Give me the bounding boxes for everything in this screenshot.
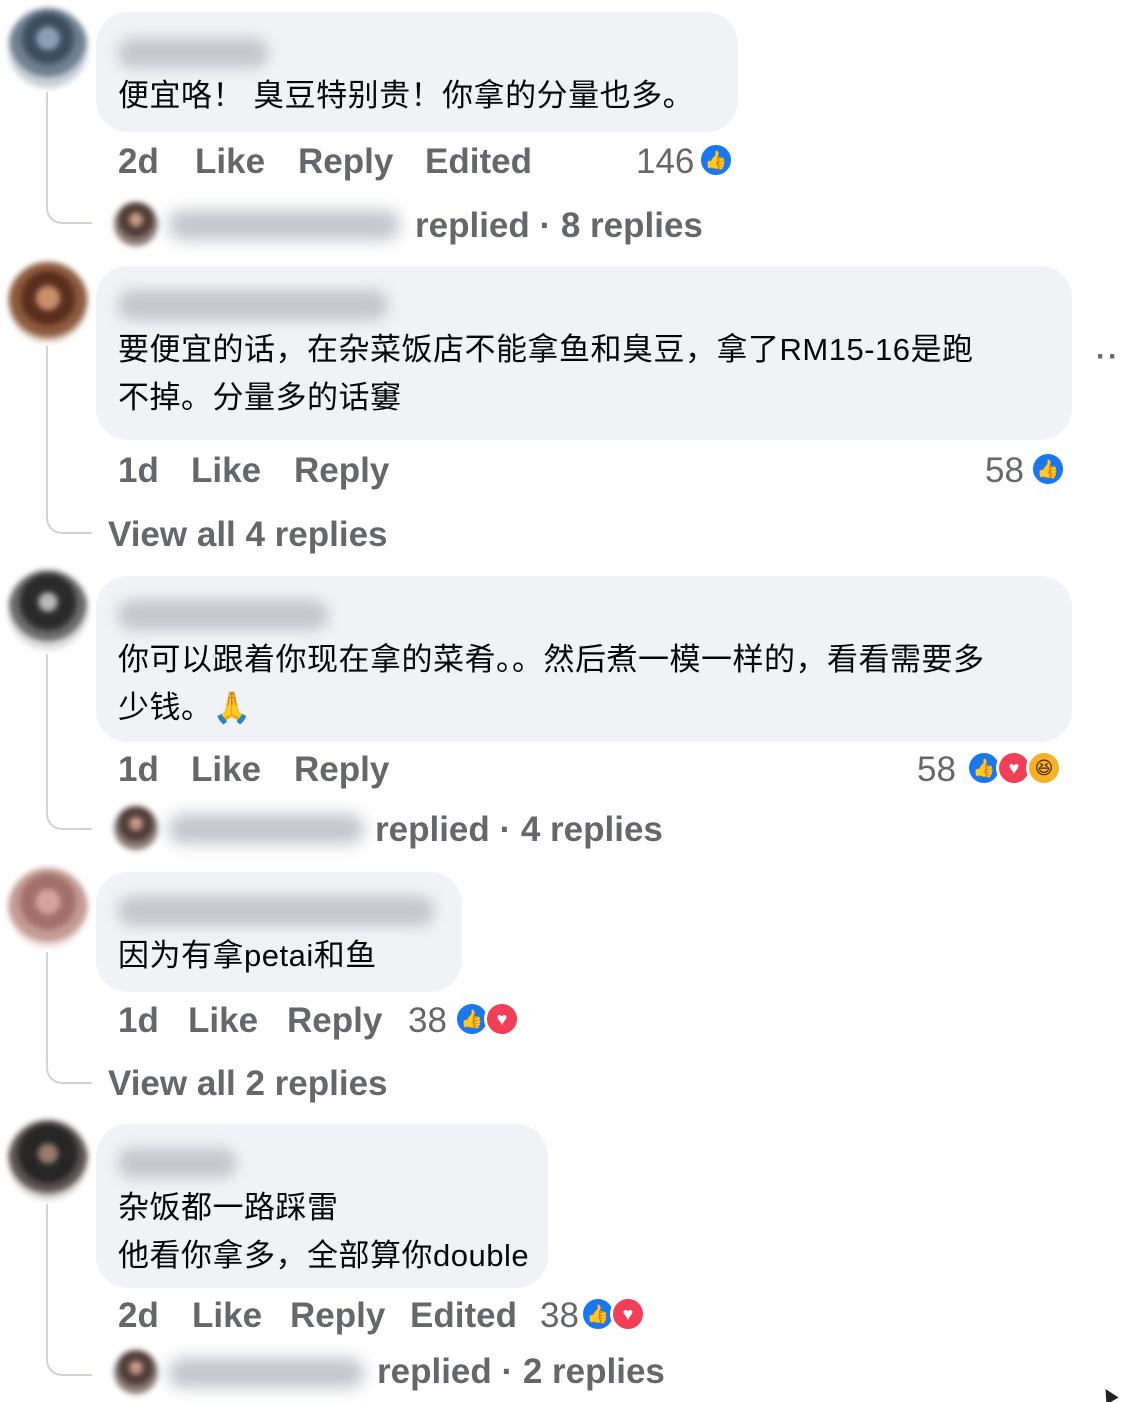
reaction-icons[interactable]: 👍 ♥ 😆 xyxy=(966,750,1062,786)
commenter-avatar[interactable] xyxy=(8,1120,88,1200)
haha-icon: 😆 xyxy=(1026,750,1062,786)
thread-line xyxy=(46,92,48,200)
comment-bubble: 你可以跟着你现在拿的菜肴。。然后煮一模一样的，看看需要多 少钱。🙏 xyxy=(96,576,1072,742)
replies-summary-link[interactable]: replied · 2 replies xyxy=(377,1352,665,1392)
thread-line-curve xyxy=(46,198,92,224)
comment-text: 因为有拿petai和鱼 xyxy=(118,938,377,973)
replier-name[interactable] xyxy=(168,210,400,240)
comment-time[interactable]: 1d xyxy=(118,1001,159,1041)
replier-avatar[interactable] xyxy=(114,806,158,850)
reply-button[interactable]: Reply xyxy=(298,142,393,182)
like-button[interactable]: Like xyxy=(192,1296,262,1336)
like-button[interactable]: Like xyxy=(188,1001,258,1041)
commenter-avatar[interactable] xyxy=(8,8,88,88)
commenter-name[interactable] xyxy=(118,1148,236,1178)
commenter-name[interactable] xyxy=(118,600,328,630)
reply-button[interactable]: Reply xyxy=(294,750,389,790)
like-button[interactable]: Like xyxy=(195,142,265,182)
commenter-name[interactable] xyxy=(118,290,388,320)
more-options-icon[interactable]: ··· xyxy=(1096,340,1122,374)
view-all-replies-link[interactable]: View all 2 replies xyxy=(108,1064,388,1104)
thread-line-curve xyxy=(46,1058,92,1084)
thread-line xyxy=(46,346,48,510)
comments-panel: 便宜咯！ 臭豆特别贵！你拿的分量也多。 2d Like Reply Edited… xyxy=(0,0,1122,1402)
reaction-count[interactable]: 38 xyxy=(408,1001,447,1041)
commenter-avatar[interactable] xyxy=(8,570,88,650)
reply-button[interactable]: Reply xyxy=(287,1001,382,1041)
comment-time[interactable]: 1d xyxy=(118,451,159,491)
replier-name[interactable] xyxy=(168,1358,364,1388)
comment-text: 要便宜的话，在杂菜饭店不能拿鱼和臭豆，拿了RM15-16是跑 不掉。分量多的话窶 xyxy=(118,332,974,415)
replier-avatar[interactable] xyxy=(114,202,158,246)
reaction-count[interactable]: 58 xyxy=(917,750,956,790)
comment-text: 你可以跟着你现在拿的菜肴。。然后煮一模一样的，看看需要多 少钱。🙏 xyxy=(118,642,985,725)
thread-line-curve xyxy=(46,1350,92,1376)
thread-line-curve xyxy=(46,508,92,534)
comment-bubble: 杂饭都一路踩雷 他看你拿多，全部算你double xyxy=(96,1124,548,1288)
comment-bubble: 便宜咯！ 臭豆特别贵！你拿的分量也多。 xyxy=(96,12,738,132)
thread-line xyxy=(46,654,48,806)
thread-line-curve xyxy=(46,804,92,830)
edited-label[interactable]: Edited xyxy=(410,1296,517,1336)
like-icon: 👍 xyxy=(698,142,734,178)
comment-bubble: 因为有拿petai和鱼 xyxy=(96,872,462,992)
reply-button[interactable]: Reply xyxy=(294,451,389,491)
reaction-icons[interactable]: 👍 xyxy=(1030,451,1066,487)
like-icon: 👍 xyxy=(1030,451,1066,487)
replier-avatar[interactable] xyxy=(114,1350,158,1394)
comment-text: 便宜咯！ 臭豆特别贵！你拿的分量也多。 xyxy=(118,78,695,113)
thread-line xyxy=(46,952,48,1060)
replies-summary-link[interactable]: replied · 8 replies xyxy=(415,206,703,246)
mouse-cursor-icon xyxy=(1099,1385,1119,1402)
love-icon: ♥ xyxy=(484,1001,520,1037)
reaction-icons[interactable]: 👍 ♥ xyxy=(454,1001,520,1037)
edited-label[interactable]: Edited xyxy=(425,142,532,182)
comment-time[interactable]: 2d xyxy=(118,1296,159,1336)
view-all-replies-link[interactable]: View all 4 replies xyxy=(108,515,388,555)
comment-time[interactable]: 1d xyxy=(118,750,159,790)
comment-time[interactable]: 2d xyxy=(118,142,159,182)
replier-name[interactable] xyxy=(168,814,364,844)
love-icon: ♥ xyxy=(610,1296,646,1332)
commenter-name[interactable] xyxy=(118,896,434,926)
comment-text: 杂饭都一路踩雷 他看你拿多，全部算你double xyxy=(118,1190,530,1273)
reaction-count[interactable]: 58 xyxy=(985,451,1024,491)
reaction-count[interactable]: 146 xyxy=(636,142,694,182)
commenter-name[interactable] xyxy=(118,38,268,68)
reaction-icons[interactable]: 👍 xyxy=(698,142,734,178)
like-button[interactable]: Like xyxy=(191,451,261,491)
commenter-avatar[interactable] xyxy=(8,262,88,342)
comment-bubble: 要便宜的话，在杂菜饭店不能拿鱼和臭豆，拿了RM15-16是跑 不掉。分量多的话窶 xyxy=(96,266,1072,440)
like-button[interactable]: Like xyxy=(191,750,261,790)
commenter-avatar[interactable] xyxy=(8,868,88,948)
replies-summary-link[interactable]: replied · 4 replies xyxy=(375,810,663,850)
reply-button[interactable]: Reply xyxy=(290,1296,385,1336)
thread-line xyxy=(46,1204,48,1354)
reaction-icons[interactable]: 👍 ♥ xyxy=(580,1296,646,1332)
reaction-count[interactable]: 38 xyxy=(540,1296,579,1336)
